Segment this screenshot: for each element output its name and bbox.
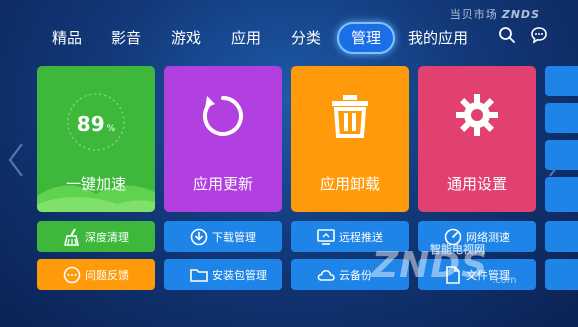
folder-icon: [190, 269, 208, 282]
deep-clean-button[interactable]: 深度清理: [37, 221, 155, 252]
file-icon: [446, 266, 460, 284]
card-boost[interactable]: 89% 一键加速: [37, 66, 155, 212]
feedback-button[interactable]: 问题反馈: [37, 259, 155, 290]
tab-youxi[interactable]: 游戏: [171, 24, 201, 52]
speed-icon: [444, 228, 462, 246]
cloud-backup-button[interactable]: 云备份: [291, 259, 409, 290]
tab-guanli[interactable]: 管理: [337, 22, 396, 54]
tab-jingpin[interactable]: 精品: [52, 24, 82, 52]
message-icon[interactable]: [530, 26, 548, 44]
card-app-update-label: 应用更新: [192, 175, 253, 193]
tab-yingyong[interactable]: 应用: [231, 24, 261, 52]
tab-fenlei[interactable]: 分类: [291, 24, 321, 52]
deep-clean-label: 深度清理: [85, 231, 129, 244]
boost-percentage: 89%: [37, 112, 155, 136]
download-icon: [190, 228, 208, 246]
brand-suffix: ZNDS: [501, 8, 540, 21]
refresh-icon: [202, 96, 243, 136]
search-icon[interactable]: [498, 26, 516, 44]
download-manager-button[interactable]: 下载管理: [164, 221, 282, 252]
cloud-backup-label: 云备份: [339, 269, 372, 282]
tab-yingyin[interactable]: 影音: [111, 24, 141, 52]
card-app-uninstall-label: 应用卸载: [319, 175, 380, 193]
package-manager-label: 安装包管理: [212, 269, 267, 282]
feedback-label: 问题反馈: [85, 269, 129, 282]
trash-icon: [332, 95, 368, 138]
card-general-settings-label: 通用设置: [446, 175, 507, 193]
gear-icon: [456, 94, 498, 136]
scroll-left-arrow-icon[interactable]: [6, 140, 26, 180]
partial-tile[interactable]: [545, 103, 578, 133]
partial-tile[interactable]: [545, 140, 578, 170]
cloud-icon: [317, 270, 335, 281]
brand-name: 当贝市场: [449, 8, 498, 21]
partial-tile[interactable]: [545, 259, 578, 290]
package-manager-button[interactable]: 安装包管理: [164, 259, 282, 290]
chat-icon: [63, 266, 81, 284]
tab-wodeyingyong[interactable]: 我的应用: [408, 24, 468, 52]
remote-push-label: 远程推送: [339, 231, 383, 244]
brand-logo: 当贝市场 ZNDS: [450, 6, 540, 22]
card-general-settings[interactable]: 通用设置: [418, 66, 536, 212]
card-app-update[interactable]: 应用更新: [164, 66, 282, 212]
boost-value: 89: [76, 112, 105, 136]
file-manager-button[interactable]: 文件管理: [418, 259, 536, 290]
partial-tile[interactable]: [545, 221, 578, 252]
network-speed-test-label: 网络测速: [466, 231, 510, 244]
partial-tile[interactable]: [545, 177, 578, 212]
top-nav-bar: 当贝市场 ZNDS 精品 影音 游戏 应用 分类 管理 我的应用: [0, 0, 578, 62]
download-manager-label: 下载管理: [212, 231, 256, 244]
file-manager-label: 文件管理: [466, 269, 510, 282]
remote-push-button[interactable]: 远程推送: [291, 221, 409, 252]
card-boost-label: 一键加速: [65, 175, 126, 193]
partial-tile[interactable]: [545, 66, 578, 96]
boost-unit: %: [106, 124, 116, 134]
broom-icon: [64, 228, 79, 246]
card-app-uninstall[interactable]: 应用卸载: [291, 66, 409, 212]
screen-share-icon: [317, 229, 335, 245]
network-speed-test-button[interactable]: 网络测速: [418, 221, 536, 252]
